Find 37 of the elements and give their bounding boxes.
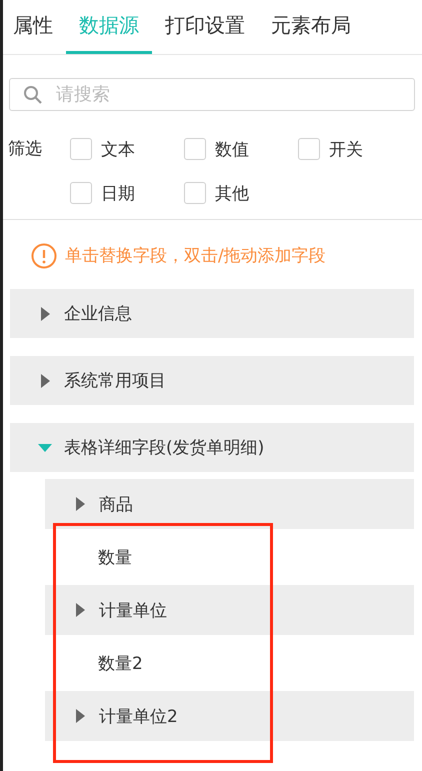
option-label: 日期 <box>101 182 135 204</box>
tree-label: 系统常用项目 <box>64 370 166 392</box>
option-label: 其他 <box>215 182 249 204</box>
expand-caret-icon[interactable] <box>38 306 52 320</box>
search-field[interactable]: 请搜索 <box>9 78 415 111</box>
checkbox[interactable] <box>184 138 206 160</box>
option-label: 文本 <box>101 138 135 160</box>
tree-label: 计量单位 <box>99 600 167 622</box>
option-label: 数值 <box>215 138 249 160</box>
expand-caret-icon[interactable] <box>73 603 87 617</box>
tree-node-row[interactable]: 计量单位2 <box>45 691 414 741</box>
tab[interactable]: 属性 <box>13 0 66 54</box>
tree-label: 商品 <box>99 494 133 516</box>
checkbox[interactable] <box>70 138 92 160</box>
expand-caret-icon[interactable] <box>73 709 87 723</box>
option-label: 开关 <box>329 138 363 160</box>
filter-label: 筛选 <box>8 138 43 161</box>
tree-node-row[interactable]: 商品 <box>45 479 414 529</box>
checkbox[interactable] <box>298 138 320 160</box>
tree-label: 数量2 <box>98 652 143 674</box>
warning-icon <box>31 242 57 268</box>
tree-node-row[interactable]: 计量单位 <box>45 585 414 635</box>
hint-text: 单击替换字段，双击/拖动添加字段 <box>65 245 326 267</box>
tree-label: 表格详细字段(发货单明细) <box>64 437 264 459</box>
checkbox[interactable] <box>70 182 92 204</box>
expand-caret-icon[interactable] <box>73 497 87 511</box>
tree-label: 企业信息 <box>64 303 132 325</box>
tree-label: 计量单位2 <box>99 706 178 728</box>
search-icon <box>23 85 43 105</box>
tree-label: 数量 <box>98 546 132 568</box>
tree-group-row[interactable]: 表格详细字段(发货单明细) <box>10 423 414 472</box>
checkbox[interactable] <box>184 182 206 204</box>
expand-caret-icon[interactable] <box>38 374 52 388</box>
tree-group-row[interactable]: 企业信息 <box>10 289 414 338</box>
tab[interactable]: 打印设置 <box>152 0 258 54</box>
tab[interactable]: 元素布局 <box>258 0 364 54</box>
tree-group-row[interactable]: 系统常用项目 <box>10 356 414 405</box>
